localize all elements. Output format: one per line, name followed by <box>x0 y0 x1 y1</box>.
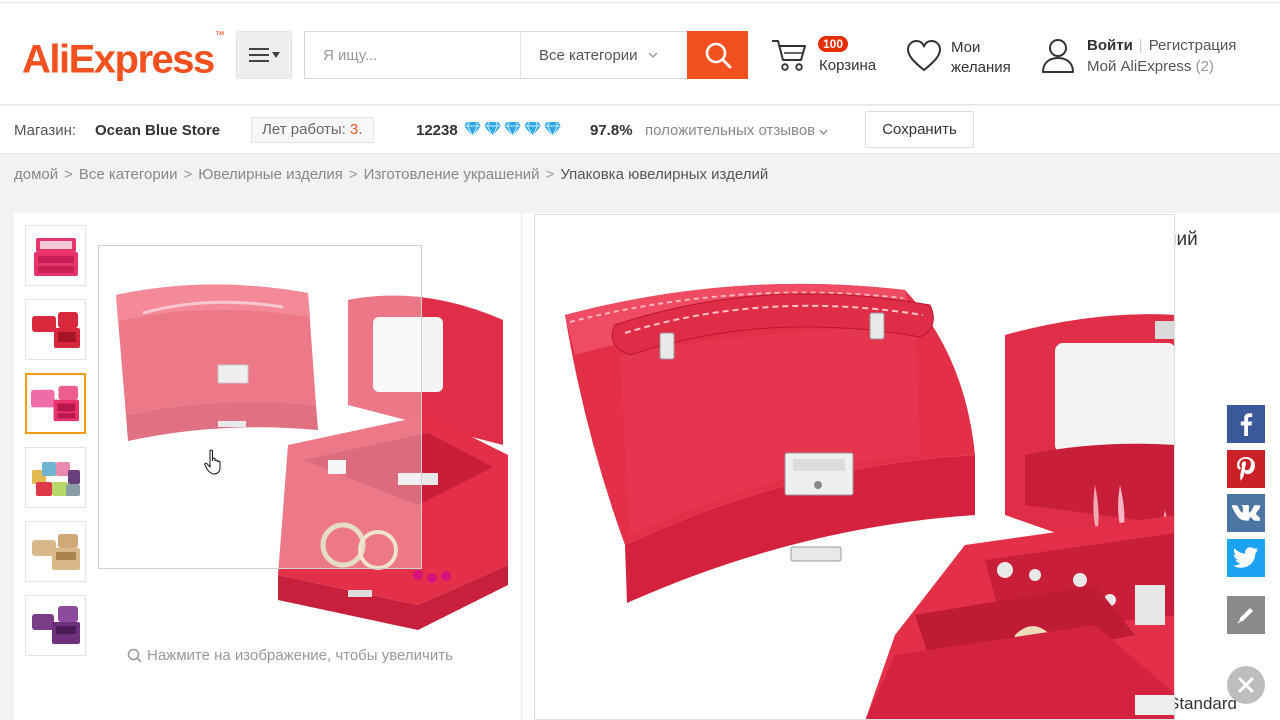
breadcrumb-separator: > <box>183 166 193 183</box>
search-button[interactable] <box>687 31 748 79</box>
heart-icon <box>906 39 942 72</box>
edit-note-button[interactable] <box>1227 596 1265 634</box>
caret-down-icon <box>271 52 280 58</box>
store-label: Магазин: <box>14 122 77 139</box>
pinterest-share-button[interactable] <box>1227 450 1265 488</box>
my-aliexpress-count: (2) <box>1195 58 1214 75</box>
product-thumbnail[interactable] <box>25 521 86 582</box>
wishlist-label: Мои желания <box>951 39 1011 76</box>
zoomed-image-view <box>534 214 1175 720</box>
diamond-icon <box>484 121 501 137</box>
search-bar: Все категории <box>304 31 748 79</box>
positive-feedback-label: положительных отзывов <box>645 122 816 139</box>
close-share-button[interactable] <box>1227 666 1265 704</box>
cart-count-badge: 100 <box>818 36 849 52</box>
diamond-icon <box>504 121 521 137</box>
vk-icon <box>1232 505 1260 521</box>
register-link[interactable]: Регистрация <box>1149 37 1237 54</box>
jewelry-box-thumbnail-image <box>27 449 84 506</box>
breadcrumb-separator: > <box>545 166 555 183</box>
my-aliexpress-label: Мой AliExpress <box>1087 58 1192 75</box>
search-input[interactable] <box>305 32 520 78</box>
logo-text: AliExpress <box>22 37 215 82</box>
breadcrumb-separator: > <box>64 166 73 183</box>
save-store-button[interactable]: Сохранить <box>865 111 974 148</box>
store-years-badge: Лет работы: 3. <box>251 117 374 143</box>
twitter-share-button[interactable] <box>1227 539 1265 577</box>
login-link[interactable]: Войти <box>1087 37 1133 54</box>
diamond-icon <box>464 121 481 137</box>
my-aliexpress-link[interactable]: Мой AliExpress (2) <box>1087 58 1214 75</box>
chevron-down-icon <box>819 129 828 135</box>
store-score: 12238 <box>416 122 458 139</box>
account-area: Войти | Регистрация Мой AliExpress (2) <box>1040 36 1280 80</box>
zoom-hint-text: Нажмите на изображение, чтобы увеличить <box>147 647 453 664</box>
wishlist-link[interactable]: Мои желания <box>906 37 1026 81</box>
chevron-down-icon <box>648 52 658 58</box>
store-info-bar: Магазин: Ocean Blue Store Лет работы: 3.… <box>0 106 1280 154</box>
category-dropdown-label: Все категории <box>539 46 638 64</box>
jewelry-box-thumbnail-image <box>27 301 84 358</box>
breadcrumb: домой > Все категории > Ювелирные издели… <box>14 166 768 183</box>
twitter-icon <box>1233 547 1258 568</box>
close-icon <box>1238 677 1254 693</box>
account-line: Войти | Регистрация <box>1087 37 1236 54</box>
product-gallery: Нажмите на изображение, чтобы увеличить <box>14 213 522 720</box>
user-icon <box>1042 39 1074 73</box>
positive-feedback-percent: 97.8% <box>590 122 633 139</box>
product-thumbnail[interactable] <box>25 595 86 656</box>
zoomed-product-image <box>535 215 1174 719</box>
product-thumbnail[interactable] <box>25 299 86 360</box>
top-divider <box>0 0 1280 3</box>
shipping-method-fragment: Standard <box>1168 694 1237 713</box>
cart-label: Корзина <box>819 57 877 74</box>
account-separator: | <box>1138 37 1143 54</box>
facebook-share-button[interactable] <box>1227 405 1265 443</box>
logo-trademark: ™ <box>214 30 225 41</box>
diamond-icon <box>524 121 541 137</box>
pinterest-icon <box>1237 457 1255 481</box>
jewelry-box-thumbnail-image <box>27 227 84 284</box>
category-dropdown[interactable]: Все категории <box>520 32 688 78</box>
store-rating-diamonds <box>463 121 562 137</box>
jewelry-box-thumbnail-image <box>27 523 84 580</box>
hamburger-icon <box>248 48 269 62</box>
vk-share-button[interactable] <box>1227 494 1265 532</box>
jewelry-box-thumbnail-image <box>27 597 84 654</box>
search-icon <box>705 42 732 69</box>
breadcrumb-home[interactable]: домой <box>14 166 58 183</box>
magnifier-icon <box>127 648 142 663</box>
thumbnail-list <box>25 225 86 656</box>
store-years-suffix: . <box>358 121 363 138</box>
product-thumbnail[interactable] <box>25 225 86 286</box>
category-menu-button[interactable] <box>236 31 292 79</box>
product-thumbnail[interactable] <box>25 447 86 508</box>
zoom-lens-overlay <box>98 245 422 569</box>
facebook-icon <box>1240 413 1253 436</box>
breadcrumb-jewelry[interactable]: Ювелирные изделия <box>198 166 343 183</box>
cart-link[interactable]: 100 Корзина <box>770 36 890 80</box>
zoom-hint: Нажмите на изображение, чтобы увеличить <box>127 647 453 664</box>
breadcrumb-separator: > <box>348 166 358 183</box>
diamond-icon <box>544 121 561 137</box>
pencil-icon <box>1237 608 1253 624</box>
aliexpress-logo[interactable]: AliExpress™ <box>22 30 225 83</box>
breadcrumb-all-categories[interactable]: Все категории <box>79 166 178 183</box>
store-name-link[interactable]: Ocean Blue Store <box>95 122 220 139</box>
hand-cursor-icon <box>204 449 221 475</box>
product-thumbnail-selected[interactable] <box>25 373 86 434</box>
breadcrumb-current[interactable]: Упаковка ювелирных изделий <box>560 166 768 183</box>
site-header: AliExpress™ Все категории 100 Корзина Мо… <box>0 0 1280 105</box>
store-years-label: Лет работы: <box>262 121 346 138</box>
positive-feedback-dropdown[interactable]: положительных отзывов <box>645 122 828 139</box>
breadcrumb-jewelry-making[interactable]: Изготовление украшений <box>364 166 540 183</box>
jewelry-box-thumbnail-image <box>28 376 83 431</box>
cart-icon <box>772 40 806 71</box>
